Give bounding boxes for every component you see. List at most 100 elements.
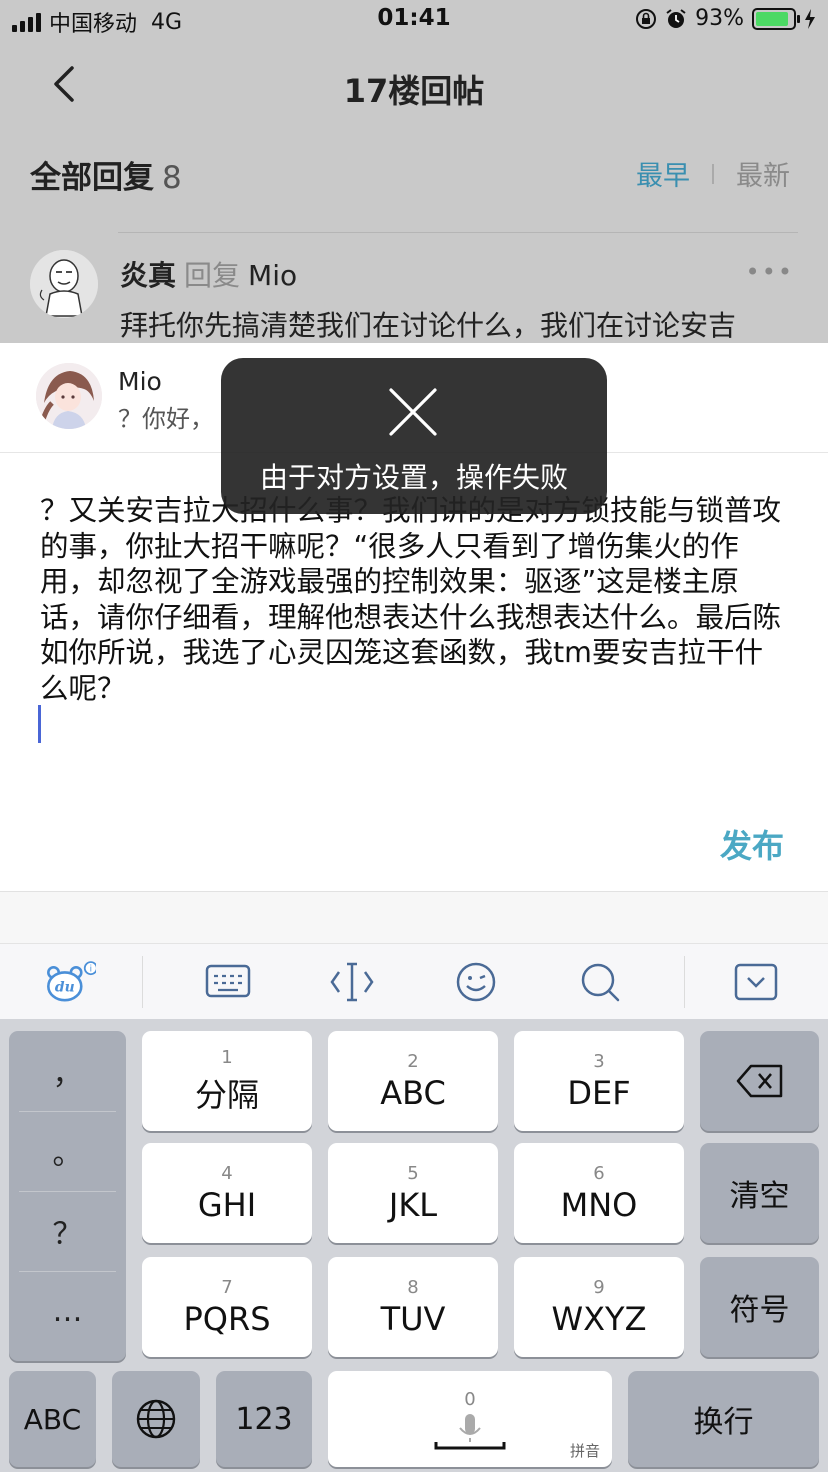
punct-period-key[interactable]: 。 (9, 1111, 126, 1191)
symbols-key[interactable]: 符号 (700, 1257, 819, 1357)
orientation-lock-icon (636, 8, 657, 29)
emoji-button[interactable] (450, 956, 502, 1008)
emoji-icon (456, 962, 496, 1002)
more-options-button[interactable]: ••• (746, 258, 794, 286)
sort-toggle: 最早 最新 (636, 154, 790, 193)
key-label: 分隔 (194, 1075, 259, 1114)
quoted-text: ？你好， (118, 405, 214, 433)
replies-count: 8 (162, 160, 182, 196)
replies-header: 全部回复 8 (30, 152, 182, 197)
text-cursor (38, 705, 41, 743)
punctuation-column: ， 。 ？ … (9, 1031, 126, 1361)
key-label: ABC (23, 1402, 82, 1436)
battery-icon (752, 7, 800, 30)
avatar (36, 363, 102, 429)
key-number: 3 (593, 1050, 605, 1072)
replies-label: 全部回复 (30, 160, 154, 196)
toast-message: 由于对方设置，操作失败 (259, 461, 568, 494)
thread-page-background: 17楼回帖 全部回复 8 最早 最新 炎真 回复 Mio ••• 拜托你先搞清楚我们在… (0, 40, 828, 343)
du-logo-button[interactable]: du i (44, 956, 96, 1008)
numbers-key[interactable]: 123 (216, 1371, 312, 1467)
punct-ellipsis-key[interactable]: … (9, 1271, 126, 1351)
reply-text-editor[interactable]: ？又关安吉拉大招什么事？我们讲的是对方锁技能与锁普攻的事，你扯大招干嘛呢？“很多… (40, 493, 790, 706)
key-label: JKL (388, 1185, 438, 1224)
delete-key[interactable] (700, 1031, 819, 1131)
key-2[interactable]: 2 ABC (328, 1031, 498, 1131)
key-label: PQRS (183, 1299, 271, 1338)
key-number: 0 (464, 1388, 476, 1410)
reply-author-line: 炎真 回复 Mio (120, 254, 297, 294)
key-label: 123 (235, 1401, 293, 1437)
charging-icon (805, 8, 815, 29)
key-number: 8 (407, 1276, 419, 1298)
key-label: MNO (560, 1185, 638, 1224)
keyboard-toolbar: du i (0, 943, 828, 1019)
cursor-button[interactable] (326, 956, 378, 1008)
search-button[interactable] (574, 956, 626, 1008)
du-logo-icon: du i (47, 961, 96, 1002)
key-label: 换行 (693, 1405, 754, 1440)
key-label: ABC (380, 1073, 446, 1112)
toolbar-divider (142, 956, 143, 1008)
key-3[interactable]: 3 DEF (514, 1031, 684, 1131)
sort-latest-button[interactable]: 最新 (736, 154, 790, 193)
keyboard-button[interactable] (202, 956, 254, 1008)
anime-avatar-icon (36, 363, 102, 429)
key-6[interactable]: 6 MNO (514, 1143, 684, 1243)
globe-key[interactable] (112, 1371, 200, 1467)
sort-earliest-button[interactable]: 最早 (636, 154, 690, 193)
toolbar-divider (684, 956, 685, 1008)
backspace-icon (736, 1064, 782, 1098)
space-key[interactable]: 0 拼音 (328, 1371, 612, 1467)
key-number: 9 (593, 1276, 605, 1298)
sort-divider (712, 163, 714, 184)
key-9[interactable]: 9 WXYZ (514, 1257, 684, 1357)
key-label: TUV (380, 1299, 446, 1338)
key-number: 2 (407, 1050, 419, 1072)
key-label: WXYZ (551, 1299, 647, 1338)
key-label: GHI (197, 1185, 257, 1224)
search-icon (581, 963, 620, 1002)
key-8[interactable]: 8 TUV (328, 1257, 498, 1357)
key-number: 7 (221, 1276, 233, 1298)
collapse-keyboard-button[interactable] (730, 956, 782, 1008)
meme-face-avatar-icon (30, 250, 98, 318)
page-title: 17楼回帖 (343, 72, 485, 110)
key-number: 6 (593, 1162, 605, 1184)
quoted-author: Mio (118, 367, 162, 396)
microphone-icon (434, 1413, 506, 1449)
key-label: 符号 (729, 1293, 790, 1328)
reply-author[interactable]: 炎真 (120, 259, 176, 292)
alarm-icon (666, 8, 686, 28)
clear-key[interactable]: 清空 (700, 1143, 819, 1243)
reply-text: 拜托你先搞清楚我们在讨论什么，我们在讨论安吉 (120, 309, 737, 342)
globe-icon (136, 1399, 176, 1439)
punct-comma-key[interactable]: ， (9, 1031, 126, 1111)
battery-percent: 93% (695, 6, 744, 31)
punct-question-key[interactable]: ？ (9, 1191, 126, 1271)
key-4[interactable]: 4 GHI (142, 1143, 312, 1243)
key-1[interactable]: 1 分隔 (142, 1031, 312, 1131)
reply-target[interactable]: Mio (248, 259, 297, 292)
keyboard-icon (205, 964, 251, 998)
info-badge: i (90, 965, 92, 975)
status-right: 93% (635, 6, 816, 31)
avatar[interactable] (30, 250, 98, 318)
key-label: 清空 (729, 1179, 790, 1214)
close-icon (389, 388, 437, 436)
abc-key[interactable]: ABC (9, 1371, 96, 1467)
key-5[interactable]: 5 JKL (328, 1143, 498, 1243)
reply-verb: 回复 (184, 259, 241, 292)
return-key[interactable]: 换行 (628, 1371, 819, 1467)
key-label: DEF (567, 1073, 631, 1112)
publish-button[interactable]: 发布 (720, 821, 784, 867)
compose-footer (0, 891, 828, 943)
status-bar: 中国移动 4G 01:41 93% (0, 0, 828, 40)
key-7[interactable]: 7 PQRS (142, 1257, 312, 1357)
key-number: 4 (221, 1162, 233, 1184)
collapse-icon (734, 963, 778, 1001)
pinyin-keyboard: ， 。 ？ … 1 分隔 2 ABC 3 DEF 4 GHI 5 JKL 6 M… (0, 1019, 828, 1472)
key-number: 1 (221, 1046, 233, 1068)
divider (118, 232, 798, 233)
cursor-icon (330, 962, 374, 1002)
